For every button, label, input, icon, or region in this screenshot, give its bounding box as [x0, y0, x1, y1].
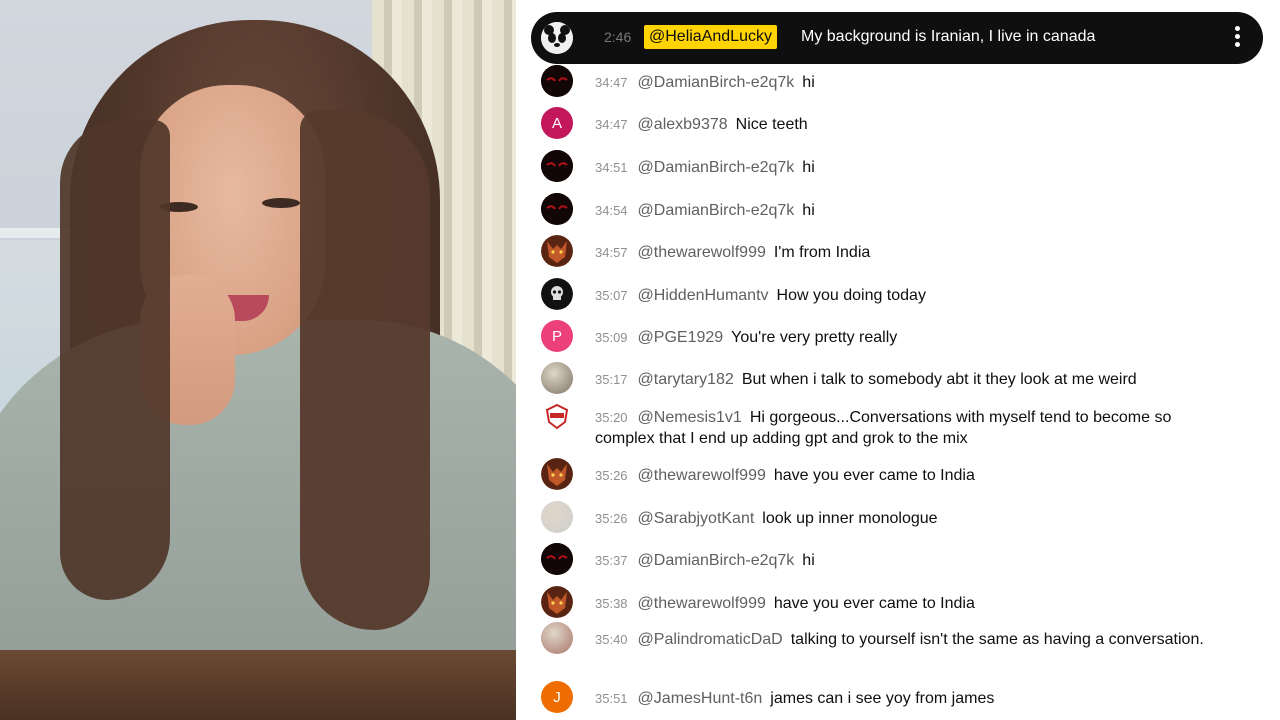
author-name[interactable]: @DamianBirch-e2q7k — [638, 74, 795, 91]
chat-message-body: 35:51 @JamesHunt-t6n james can i see yoy f… — [595, 688, 1235, 709]
panda-icon[interactable] — [541, 22, 573, 54]
chat-message-body: 35:07 @HiddenHumantv How you doing today — [595, 285, 1235, 306]
timestamp: 35:20 — [595, 410, 628, 425]
chat-message-body: 34:54 @DamianBirch-e2q7k hi — [595, 200, 1235, 221]
avatar[interactable] — [541, 278, 573, 310]
chat-message-body: 35:26 @SarabjyotKant look up inner monolog… — [595, 508, 1235, 529]
chat-message-body: 35:17 @tarytary182 But when i talk to some… — [595, 369, 1235, 390]
avatar[interactable] — [541, 543, 573, 575]
author-name[interactable]: @DamianBirch-e2q7k — [638, 159, 795, 176]
chat-message-body: 34:57 @thewarewolf999 I'm from India — [595, 242, 1235, 263]
author-name[interactable]: @HiddenHumantv — [638, 287, 769, 304]
hair-left — [60, 120, 170, 600]
timestamp: 35:09 — [595, 330, 628, 345]
author-name[interactable]: @PalindromaticDaD — [638, 631, 783, 648]
message-text: hi — [802, 202, 815, 219]
timestamp: 35:17 — [595, 372, 628, 387]
message-text: How you doing today — [776, 287, 926, 304]
message-text: But when i talk to somebody abt it they … — [741, 371, 1137, 388]
avatar[interactable] — [541, 65, 573, 97]
message-text: have you ever came to India — [773, 595, 975, 612]
message-text: hi — [802, 74, 815, 91]
author-name[interactable]: @JamesHunt-t6n — [638, 690, 763, 707]
pinned-text: My background is Iranian, I live in cana… — [801, 28, 1096, 45]
more-vert-icon[interactable] — [1233, 26, 1241, 50]
live-chat-panel: 2:46 @HeliaAndLucky My background is Ira… — [516, 0, 1280, 720]
chat-message-body: 35:38 @thewarewolf999 have you ever came t… — [595, 593, 1235, 614]
chat-message-body: 35:37 @DamianBirch-e2q7k hi — [595, 550, 1235, 571]
timestamp: 35:26 — [595, 468, 628, 483]
message-text: hi — [802, 159, 815, 176]
chat-message-body: 35:09 @PGE1929 You're very pretty really — [595, 327, 1235, 348]
avatar[interactable]: A — [541, 107, 573, 139]
timestamp: 34:54 — [595, 203, 628, 218]
avatar[interactable]: J — [541, 681, 573, 713]
avatar[interactable] — [541, 150, 573, 182]
chat-message-body: 35:20 @Nemesis1v1 Hi gorgeous...Conversati… — [595, 407, 1235, 449]
avatar[interactable] — [541, 400, 573, 432]
chat-message-body: 34:47 @DamianBirch-e2q7k hi — [595, 72, 1235, 93]
author-name[interactable]: @thewarewolf999 — [638, 244, 766, 261]
author-name[interactable]: @thewarewolf999 — [638, 467, 766, 484]
pinned-author[interactable]: @HeliaAndLucky — [644, 25, 777, 49]
message-text: I'm from India — [773, 244, 871, 261]
avatar[interactable] — [541, 622, 573, 654]
message-text: look up inner monologue — [762, 510, 938, 527]
avatar[interactable] — [541, 235, 573, 267]
chat-message-body: 34:51 @DamianBirch-e2q7k hi — [595, 157, 1235, 178]
avatar[interactable] — [541, 501, 573, 533]
video-frame — [0, 0, 516, 720]
timestamp: 35:07 — [595, 288, 628, 303]
message-text: talking to yourself isn't the same as ha… — [790, 631, 1204, 648]
timestamp: 35:26 — [595, 511, 628, 526]
chat-message-body: 35:26 @thewarewolf999 have you ever came t… — [595, 465, 1235, 486]
author-name[interactable]: @SarabjyotKant — [638, 510, 755, 527]
right-eye — [262, 198, 300, 208]
avatar[interactable] — [541, 193, 573, 225]
timestamp: 34:47 — [595, 75, 628, 90]
author-name[interactable]: @DamianBirch-e2q7k — [638, 202, 795, 219]
message-text: You're very pretty really — [731, 329, 898, 346]
table — [0, 650, 516, 720]
message-text: hi — [802, 552, 815, 569]
message-text: have you ever came to India — [773, 467, 975, 484]
timestamp: 35:40 — [595, 632, 628, 647]
author-name[interactable]: @PGE1929 — [638, 329, 724, 346]
chat-message-body: 35:40 @PalindromaticDaD talking to yoursel… — [595, 629, 1235, 650]
avatar[interactable]: P — [541, 320, 573, 352]
message-text: Nice teeth — [735, 116, 808, 133]
hair-right — [300, 110, 430, 630]
timestamp: 34:47 — [595, 117, 628, 132]
author-name[interactable]: @DamianBirch-e2q7k — [638, 552, 795, 569]
timestamp: 35:37 — [595, 553, 628, 568]
timestamp: 34:51 — [595, 160, 628, 175]
author-name[interactable]: @thewarewolf999 — [638, 595, 766, 612]
timestamp: 35:51 — [595, 691, 628, 706]
timestamp: 34:57 — [595, 245, 628, 260]
author-name[interactable]: @Nemesis1v1 — [638, 409, 742, 426]
author-name[interactable]: @alexb9378 — [638, 116, 728, 133]
timestamp: 35:38 — [595, 596, 628, 611]
author-name[interactable]: @tarytary182 — [638, 371, 734, 388]
avatar[interactable] — [541, 362, 573, 394]
avatar[interactable] — [541, 458, 573, 490]
avatar[interactable] — [541, 586, 573, 618]
chat-message-body: 34:47 @alexb9378 Nice teeth — [595, 114, 1235, 135]
pinned-timestamp: 2:46 — [604, 29, 632, 45]
pinned-message[interactable]: 2:46 @HeliaAndLucky My background is Ira… — [531, 12, 1263, 64]
message-text: james can i see yoy from james — [770, 690, 995, 707]
